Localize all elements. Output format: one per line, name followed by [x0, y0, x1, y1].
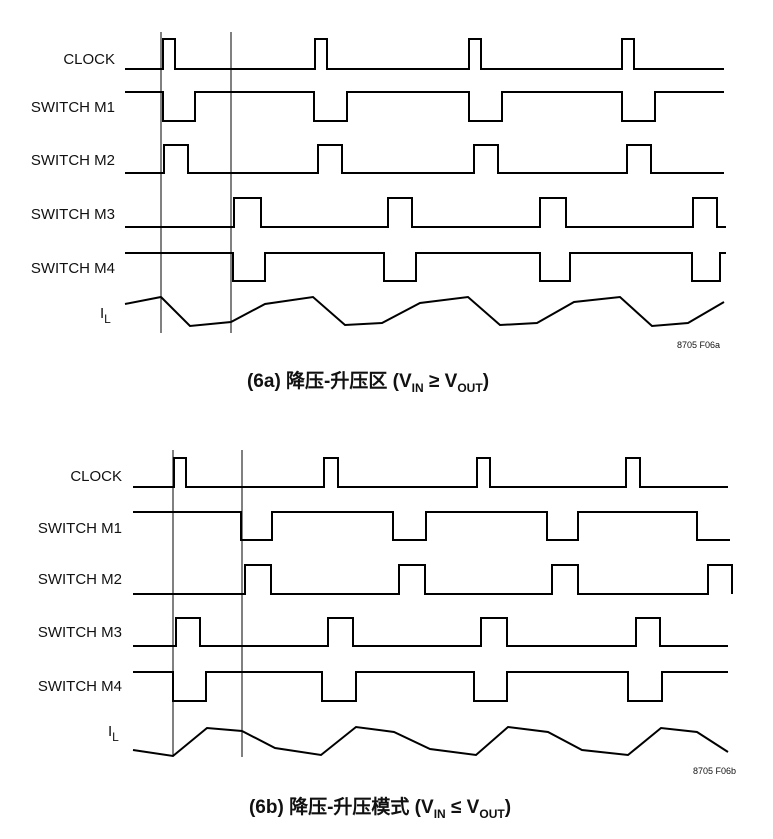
waveform-switch-m4-a	[125, 252, 726, 282]
waveform-switch-m4-b	[133, 671, 728, 702]
waveform-switch-m1-a	[125, 91, 724, 122]
label-clock-a: CLOCK	[63, 51, 115, 68]
label-switch-m1-b: SWITCH M1	[38, 520, 122, 537]
waveform-clock-b	[133, 457, 728, 488]
waveform-switch-m3-a	[125, 197, 726, 228]
caption-b: (6b) 降压-升压模式 (VIN ≤ VOUT)	[249, 795, 511, 821]
waveform-clock-a	[125, 38, 724, 70]
label-switch-m3-b: SWITCH M3	[38, 624, 122, 641]
waveform-switch-m2-b	[133, 564, 733, 595]
timing-diagram: CLOCK SWITCH M1 SWITCH M2 SWITCH M3 SWIT…	[31, 32, 736, 821]
figure-code-a: 8705 F06a	[677, 340, 720, 350]
label-switch-m1-a: SWITCH M1	[31, 99, 115, 116]
waveform-switch-m3-b	[133, 617, 728, 647]
caption-a: (6a) 降压-升压区 (VIN ≥ VOUT)	[247, 369, 489, 395]
label-switch-m4-a: SWITCH M4	[31, 260, 115, 277]
waveform-il-a	[124, 295, 725, 328]
panel-b: CLOCK SWITCH M1 SWITCH M2 SWITCH M3 SWIT…	[38, 450, 736, 821]
panel-a: CLOCK SWITCH M1 SWITCH M2 SWITCH M3 SWIT…	[31, 32, 726, 395]
label-switch-m3-a: SWITCH M3	[31, 206, 115, 223]
figure-code-b: 8705 F06b	[693, 766, 736, 776]
waveform-switch-m1-b	[133, 511, 730, 541]
label-switch-m4-b: SWITCH M4	[38, 678, 122, 695]
label-clock-b: CLOCK	[70, 468, 122, 485]
label-il-a: IL	[100, 305, 111, 326]
label-switch-m2-b: SWITCH M2	[38, 571, 122, 588]
waveform-switch-m2-a	[125, 144, 724, 174]
waveform-il-b	[132, 725, 729, 758]
label-il-b: IL	[108, 723, 119, 744]
label-switch-m2-a: SWITCH M2	[31, 152, 115, 169]
